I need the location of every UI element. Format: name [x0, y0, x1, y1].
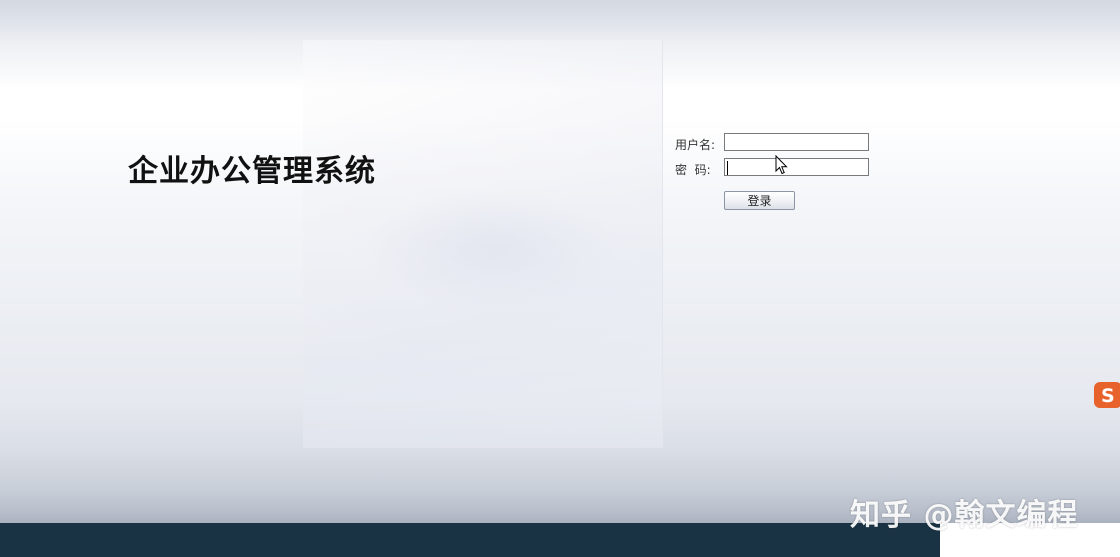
system-title: 企业办公管理系统 — [128, 154, 376, 189]
login-button[interactable]: 登录 — [724, 191, 795, 210]
password-label: 密 码: — [675, 163, 711, 177]
panel-divider — [662, 40, 663, 448]
background-panel — [303, 40, 663, 448]
username-row: 用户名: — [675, 133, 875, 153]
footer-bar — [0, 523, 940, 557]
mouse-pointer-icon — [775, 155, 788, 175]
ime-glyph: S — [1101, 385, 1115, 407]
watermark: 知乎 @翰文编程 — [850, 498, 1079, 533]
text-caret — [727, 161, 728, 175]
login-page: 企业办公管理系统 用户名: 密 码: 登录 S 知乎 @翰文编程 — [0, 0, 1120, 557]
username-input[interactable] — [724, 133, 869, 151]
sogou-ime-icon[interactable]: S — [1093, 381, 1120, 409]
password-input[interactable] — [724, 158, 869, 176]
username-label: 用户名: — [675, 138, 716, 152]
